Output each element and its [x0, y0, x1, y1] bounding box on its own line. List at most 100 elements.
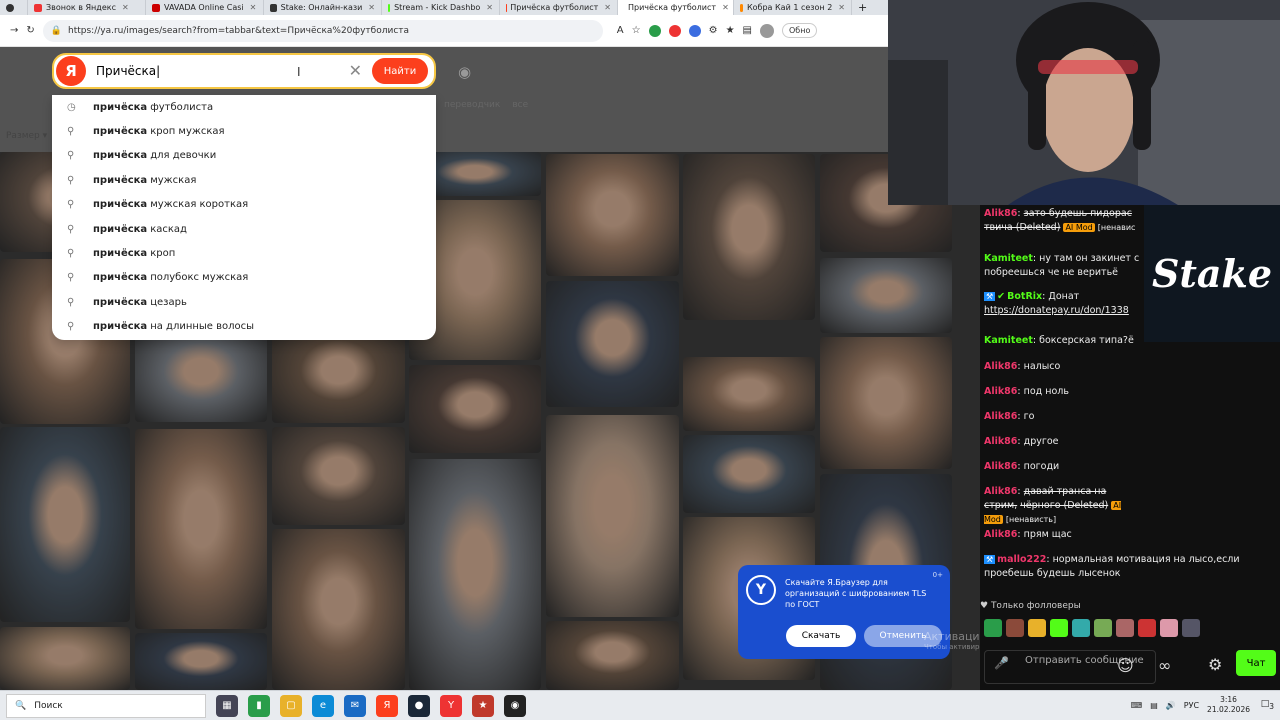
suggestion-rest: цезарь	[150, 296, 187, 308]
close-tab-icon[interactable]: ✕	[722, 3, 729, 12]
back-icon[interactable]: →	[10, 25, 18, 36]
edge-icon[interactable]: e	[312, 694, 334, 717]
close-tab-icon[interactable]: ✕	[368, 3, 375, 12]
chat-username[interactable]: Kamiteet	[984, 335, 1033, 346]
extension-icon-1[interactable]	[648, 24, 661, 37]
suggestion-item[interactable]: ⚲ причёска для девочки	[52, 144, 436, 168]
bookmark-star-icon[interactable]: ☆	[632, 25, 641, 36]
chat-username[interactable]: Alik86	[984, 411, 1017, 422]
nav-all-link[interactable]: все	[512, 100, 528, 110]
steam-icon[interactable]: ●	[408, 694, 430, 717]
camera-icon[interactable]: ◉	[458, 63, 471, 81]
url-field[interactable]: 🔒 https://ya.ru/images/search?from=tabbar…	[42, 19, 603, 42]
suggestion-item[interactable]: ⚲ причёска кроп	[52, 241, 436, 265]
file-explorer-icon[interactable]: ▢	[280, 694, 302, 717]
taskbar-search[interactable]: 🔍 Поиск	[6, 693, 206, 718]
suggestion-item[interactable]: ⚲ причёска кроп мужская	[52, 119, 436, 143]
yandex-icon[interactable]: Я	[376, 694, 398, 717]
browser-tab[interactable]: Stream - Kick Dashbo ✕	[382, 0, 500, 15]
yandex-logo[interactable]: Я	[56, 56, 86, 86]
search-nav-links: переводчик все	[444, 100, 528, 110]
yandex-browser-icon[interactable]: Y	[440, 694, 462, 717]
emote-icon[interactable]	[984, 619, 1002, 637]
chat-message: Alik86: другое	[984, 436, 1059, 447]
browser-tab[interactable]: Причёска футболист ✕	[500, 0, 618, 15]
emote-icon[interactable]	[1138, 619, 1156, 637]
browser-tab[interactable]: VAVADA Online Casi ✕	[146, 0, 264, 15]
reload-icon[interactable]: ↻	[26, 25, 34, 36]
browser-tab[interactable]: Звонок в Яндекс ✕	[28, 0, 146, 15]
emote-icon[interactable]	[1050, 619, 1068, 637]
suggestion-item[interactable]: ⚲ причёска полубокс мужская	[52, 266, 436, 290]
chat-username[interactable]: Alik86	[984, 361, 1017, 372]
keyboard-icon[interactable]: ⌨	[1131, 701, 1143, 710]
clear-icon[interactable]: ✕	[349, 61, 362, 80]
search-icon: ⚲	[67, 248, 75, 260]
emote-icon[interactable]	[1182, 619, 1200, 637]
tab-0[interactable]	[0, 0, 28, 15]
chat-username[interactable]: Alik86	[984, 461, 1017, 472]
clock-date: 21.02.2026	[1207, 705, 1250, 714]
chat-username[interactable]: mallo222	[997, 554, 1046, 565]
chat-username[interactable]: BotRix	[1007, 291, 1042, 302]
emoji-icon[interactable]: ☺	[1117, 656, 1134, 675]
close-tab-icon[interactable]: ✕	[604, 3, 611, 12]
tab-label: Stream - Kick Dashbo	[394, 3, 481, 12]
network-icon[interactable]: ▤	[1150, 701, 1158, 710]
settings-icon[interactable]: ⚙	[709, 25, 718, 36]
browser-tab[interactable]: Причёска футболист ✕	[618, 0, 734, 15]
send-chat-button[interactable]: Чат	[1236, 650, 1276, 676]
emote-icon[interactable]	[1028, 619, 1046, 637]
suggestion-item[interactable]: ⚲ причёска каскад	[52, 217, 436, 241]
close-tab-icon[interactable]: ✕	[250, 3, 257, 12]
emote-icon[interactable]	[1072, 619, 1090, 637]
browser-tab[interactable]: Stake: Онлайн-кази ✕	[264, 0, 382, 15]
favorites-icon[interactable]: ★	[726, 25, 735, 36]
tab-label: Причёска футболист	[628, 3, 717, 12]
chat-username[interactable]: Alik86	[984, 486, 1017, 497]
new-tab-button[interactable]: +	[852, 0, 873, 15]
game-icon[interactable]: ★	[472, 694, 494, 717]
chat-username[interactable]: Alik86	[984, 208, 1017, 219]
download-button[interactable]: Скачать	[786, 625, 856, 647]
volume-icon[interactable]: 🔊	[1166, 701, 1176, 710]
collections-icon[interactable]: ▤	[743, 25, 752, 36]
chat-username[interactable]: Alik86	[984, 386, 1017, 397]
find-button[interactable]: Найти	[372, 58, 428, 84]
chat-settings-icon[interactable]: ⚙	[1208, 655, 1222, 674]
chat-username[interactable]: Alik86	[984, 529, 1017, 540]
clock[interactable]: 3:16 21.02.2026	[1207, 695, 1250, 715]
extension-icon-2[interactable]	[668, 24, 681, 37]
translate-icon[interactable]: A	[617, 25, 624, 36]
extension-icon-3[interactable]	[688, 24, 701, 37]
suggestion-item[interactable]: ⚲ причёска мужская	[52, 168, 436, 192]
obs-icon[interactable]: ◉	[504, 694, 526, 717]
quick-emote-icon[interactable]: ∞	[1158, 656, 1171, 675]
emote-icon[interactable]	[1094, 619, 1112, 637]
chat-message: Alik86: го	[984, 411, 1035, 422]
size-filter[interactable]: Размер ▾	[6, 131, 47, 141]
close-tab-icon[interactable]: ✕	[486, 3, 493, 12]
chat-username[interactable]: Alik86	[984, 436, 1017, 447]
text-cursor: |	[156, 64, 161, 78]
close-tab-icon[interactable]: ✕	[122, 3, 129, 12]
suggestion-item[interactable]: ◷ причёска футболиста	[52, 95, 436, 119]
suggestion-item[interactable]: ⚲ причёска цезарь	[52, 290, 436, 314]
profile-avatar[interactable]	[759, 23, 774, 38]
mail-icon[interactable]: ✉	[344, 694, 366, 717]
browser-tab[interactable]: Кобра Кай 1 сезон 2 ✕	[734, 0, 852, 15]
language-indicator[interactable]: РУС	[1184, 701, 1199, 710]
task-view-icon[interactable]: ▦	[216, 694, 238, 717]
notification-icon[interactable]: □3	[1261, 699, 1274, 711]
search-icon: 🔍	[15, 700, 27, 711]
suggestion-item[interactable]: ⚲ причёска мужская короткая	[52, 193, 436, 217]
emote-icon[interactable]	[1116, 619, 1134, 637]
suggestion-item[interactable]: ⚲ причёска на длинные волосы	[52, 315, 436, 339]
tablet-icon[interactable]: ▮	[248, 694, 270, 717]
update-button[interactable]: Обно	[781, 23, 818, 38]
nav-translator-link[interactable]: переводчик	[444, 100, 500, 110]
emote-icon[interactable]	[1160, 619, 1178, 637]
close-tab-icon[interactable]: ✕	[838, 3, 845, 12]
chat-username[interactable]: Kamiteet	[984, 253, 1033, 264]
emote-icon[interactable]	[1006, 619, 1024, 637]
